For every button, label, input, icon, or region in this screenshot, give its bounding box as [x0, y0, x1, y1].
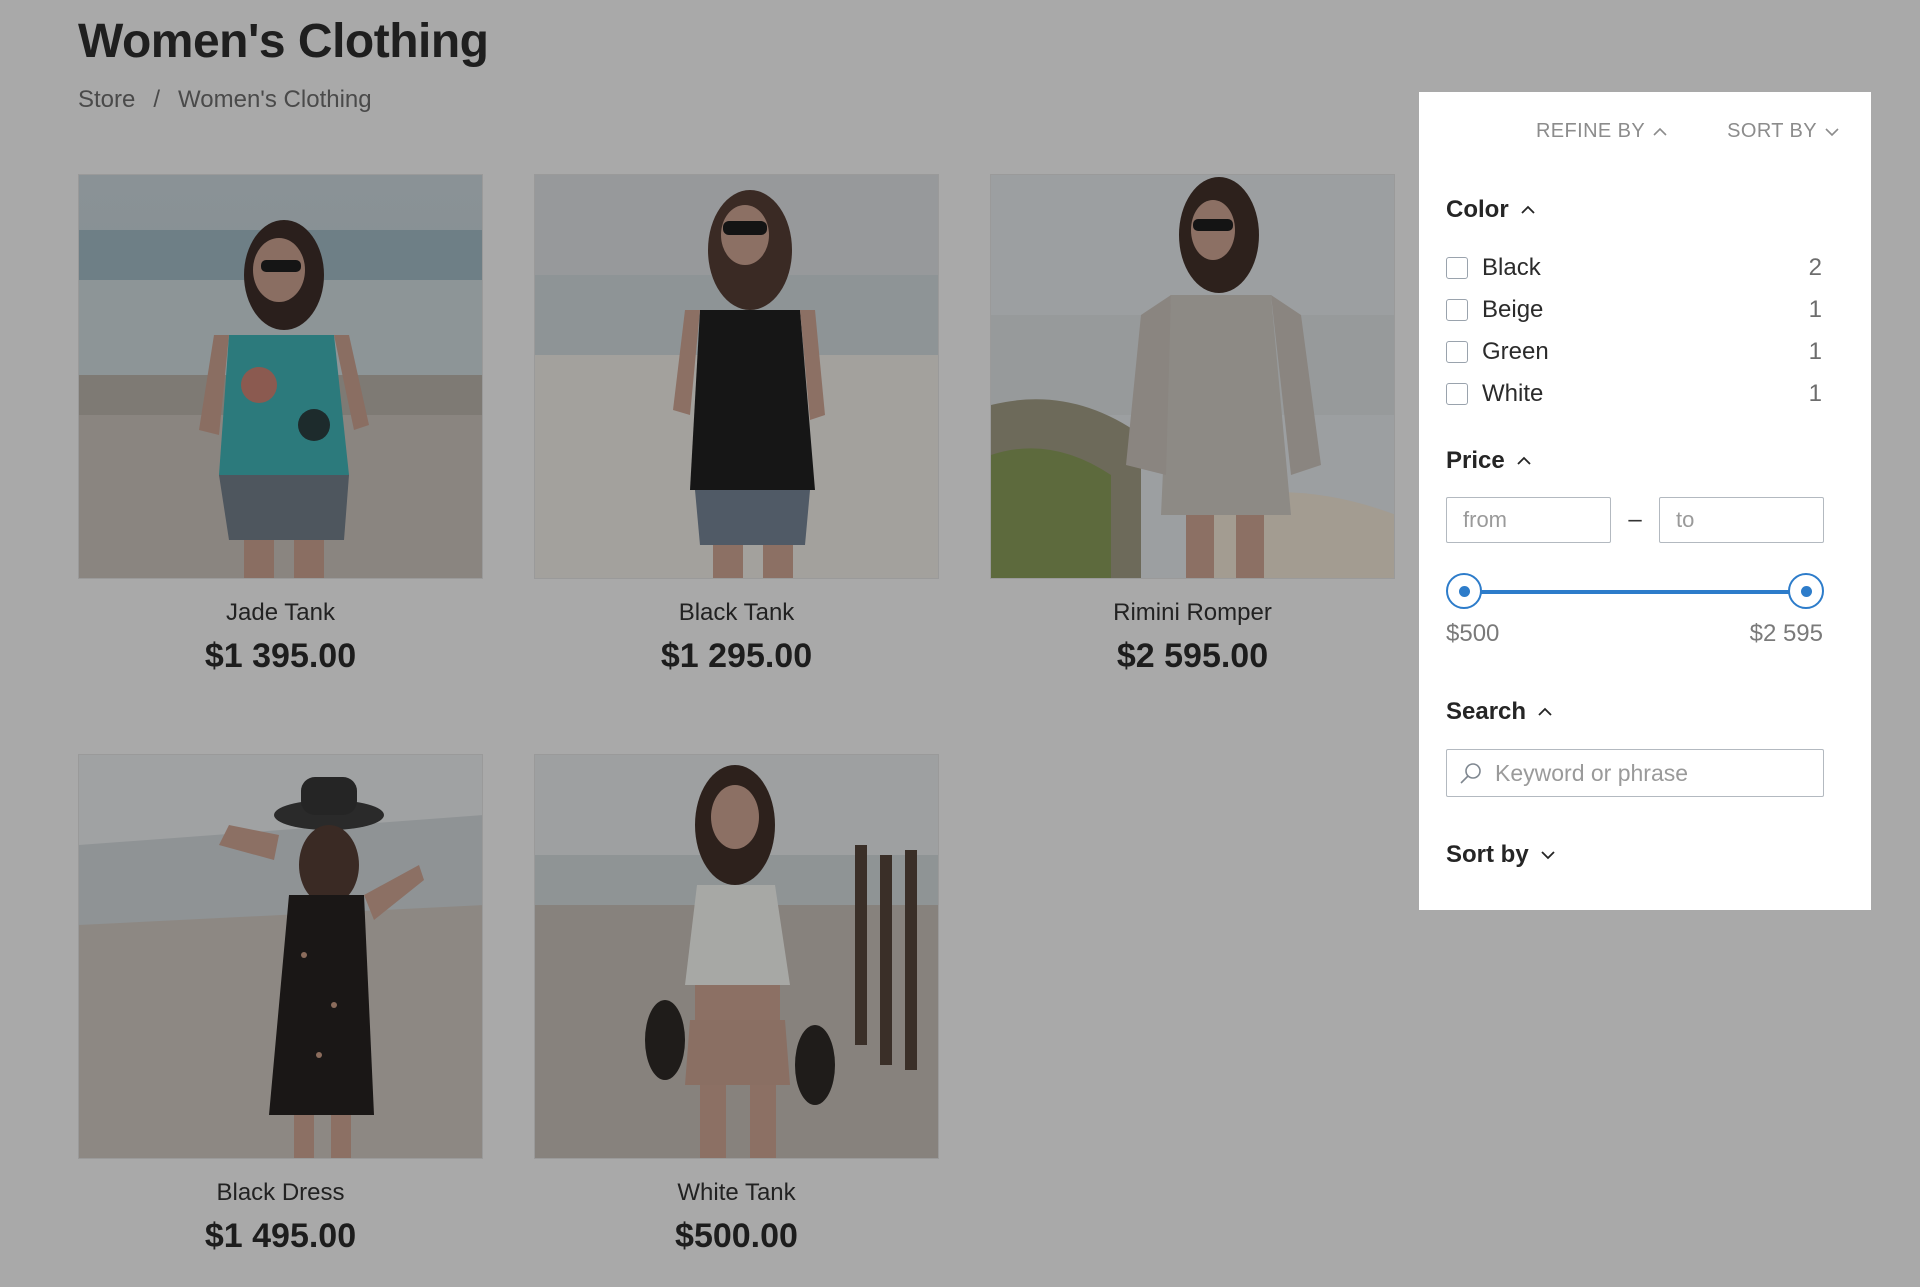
price-section-toggle[interactable]: Price	[1446, 447, 1531, 475]
checkbox[interactable]	[1446, 299, 1468, 321]
breadcrumb: Store / Women's Clothing	[78, 86, 372, 114]
panel-toggles: REFINE BY SORT BY	[1536, 120, 1839, 143]
color-option-count: 2	[1808, 254, 1822, 281]
color-heading: Color	[1446, 196, 1509, 223]
refine-by-toggle[interactable]: REFINE BY	[1536, 120, 1667, 143]
product-name[interactable]: Black Tank	[534, 599, 939, 627]
page-title: Women's Clothing	[78, 15, 489, 68]
checkbox[interactable]	[1446, 383, 1468, 405]
product-card-white-tank[interactable]: White Tank $500.00	[534, 754, 939, 1256]
product-name[interactable]: Rimini Romper	[990, 599, 1395, 627]
product-name[interactable]: White Tank	[534, 1179, 939, 1207]
chevron-up-icon	[1538, 707, 1552, 716]
breadcrumb-store-link[interactable]: Store	[78, 86, 135, 114]
chevron-up-icon	[1517, 456, 1531, 465]
slider-track[interactable]	[1464, 590, 1806, 594]
color-option-count: 1	[1808, 338, 1822, 365]
price-from-input[interactable]	[1446, 497, 1611, 543]
product-name[interactable]: Jade Tank	[78, 599, 483, 627]
price-max-label: $2 595	[1749, 620, 1823, 647]
chevron-up-icon	[1653, 127, 1667, 136]
product-card-black-tank[interactable]: Black Tank $1 295.00	[534, 174, 939, 676]
color-option-white[interactable]: White 1	[1446, 373, 1822, 415]
search-input[interactable]	[1493, 758, 1817, 788]
color-option-label: White	[1482, 380, 1544, 407]
search-heading: Search	[1446, 698, 1527, 725]
product-price: $1 395.00	[204, 637, 357, 675]
sort-by-label: SORT BY	[1727, 120, 1817, 142]
sort-by-toggle[interactable]: SORT BY	[1727, 120, 1839, 143]
filter-panel: REFINE BY SORT BY Color Black 2 Beige 1	[1419, 92, 1871, 910]
breadcrumb-separator: /	[153, 86, 161, 113]
price-range-labels: $500 $2 595	[1446, 620, 1823, 648]
checkbox[interactable]	[1446, 257, 1468, 279]
price-range-inputs: –	[1446, 497, 1824, 543]
product-image-jade-tank[interactable]	[78, 174, 483, 579]
price-heading: Price	[1446, 447, 1505, 474]
color-option-count: 1	[1808, 380, 1822, 407]
chevron-down-icon	[1541, 851, 1555, 860]
price-range-slider[interactable]	[1446, 573, 1824, 611]
product-card-jade-tank[interactable]: Jade Tank $1 395.00	[78, 174, 483, 676]
product-image-black-tank[interactable]	[534, 174, 939, 579]
product-price: $500.00	[675, 1217, 798, 1255]
search-section-toggle[interactable]: Search	[1446, 698, 1552, 726]
product-image-rimini-romper[interactable]	[990, 174, 1395, 579]
color-section-toggle[interactable]: Color	[1446, 196, 1535, 224]
color-option-label: Black	[1482, 254, 1541, 281]
chevron-down-icon	[1825, 127, 1839, 136]
refine-by-label: REFINE BY	[1535, 120, 1646, 142]
search-icon	[1460, 763, 1481, 784]
product-image-white-tank[interactable]	[534, 754, 939, 1159]
product-card-black-dress[interactable]: Black Dress $1 495.00	[78, 754, 483, 1256]
color-filter-list: Black 2 Beige 1 Green 1 White 1	[1446, 247, 1822, 415]
product-price: $1 295.00	[660, 637, 813, 675]
sort-heading: Sort by	[1446, 841, 1529, 868]
checkbox[interactable]	[1446, 341, 1468, 363]
color-option-black[interactable]: Black 2	[1446, 247, 1822, 289]
search-box[interactable]	[1446, 749, 1824, 797]
price-range-dash: –	[1628, 506, 1642, 533]
color-option-count: 1	[1808, 296, 1822, 323]
color-option-green[interactable]: Green 1	[1446, 331, 1822, 373]
breadcrumb-current-link[interactable]: Women's Clothing	[178, 86, 372, 114]
price-to-input[interactable]	[1659, 497, 1824, 543]
product-price: $2 595.00	[1116, 637, 1269, 675]
slider-min-handle[interactable]	[1446, 573, 1482, 609]
price-min-label: $500	[1446, 620, 1500, 647]
color-option-beige[interactable]: Beige 1	[1446, 289, 1822, 331]
chevron-up-icon	[1521, 205, 1535, 214]
slider-max-handle[interactable]	[1788, 573, 1824, 609]
product-image-black-dress[interactable]	[78, 754, 483, 1159]
color-option-label: Green	[1482, 338, 1549, 365]
product-card-rimini-romper[interactable]: Rimini Romper $2 595.00	[990, 174, 1395, 676]
product-price: $1 495.00	[204, 1217, 357, 1255]
sort-section-toggle[interactable]: Sort by	[1446, 841, 1555, 869]
color-option-label: Beige	[1482, 296, 1544, 323]
product-name[interactable]: Black Dress	[78, 1179, 483, 1207]
